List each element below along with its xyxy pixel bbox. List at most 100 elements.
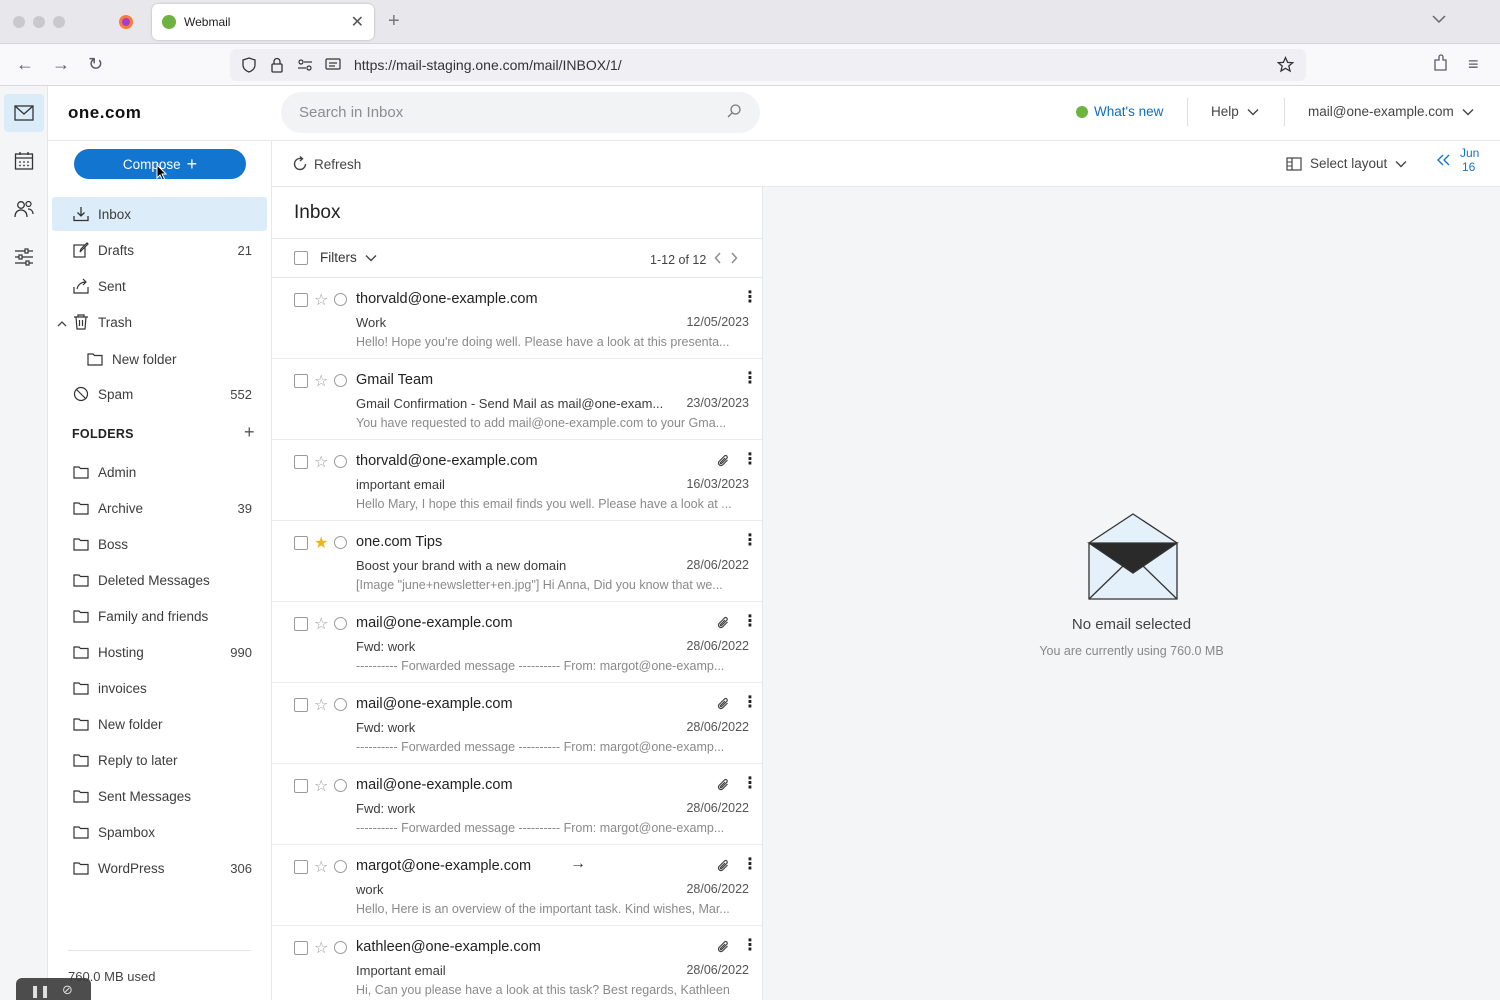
recording-controls[interactable]: ❚❚ ⊘ bbox=[16, 978, 91, 1000]
whats-new-link[interactable]: What's new bbox=[1076, 104, 1163, 119]
shield-icon[interactable] bbox=[240, 56, 258, 74]
mail-row[interactable]: ☆ mail@one-example.com ⋮ Fwd: work 28/06/202… bbox=[272, 683, 762, 764]
mail-select-checkbox[interactable] bbox=[294, 941, 308, 955]
sidebar-folder-item[interactable]: Sent Messages bbox=[52, 779, 267, 813]
sidebar-folder-item[interactable]: Boss bbox=[52, 527, 267, 561]
window-zoom-button[interactable] bbox=[53, 16, 65, 28]
search-icon[interactable] bbox=[726, 103, 742, 122]
star-icon[interactable]: ☆ bbox=[314, 857, 328, 877]
more-options-icon[interactable]: ⋮ bbox=[742, 857, 758, 873]
next-page-chevron-icon[interactable] bbox=[730, 252, 738, 267]
sidebar-folder-item[interactable]: New folder bbox=[52, 707, 267, 741]
mail-row[interactable]: ☆ mail@one-example.com ⋮ Fwd: work 28/06/202… bbox=[272, 602, 762, 683]
more-options-icon[interactable]: ⋮ bbox=[742, 938, 758, 954]
mail-select-checkbox[interactable] bbox=[294, 860, 308, 874]
mark-unread-circle-icon[interactable] bbox=[334, 779, 347, 792]
more-options-icon[interactable]: ⋮ bbox=[742, 533, 758, 549]
mail-select-checkbox[interactable] bbox=[294, 293, 308, 307]
mark-unread-circle-icon[interactable] bbox=[334, 698, 347, 711]
select-layout-button[interactable]: Select layout bbox=[1286, 156, 1407, 171]
mute-icon[interactable]: ⊘ bbox=[62, 982, 73, 998]
extensions-icon[interactable] bbox=[1432, 54, 1448, 77]
url-bar[interactable]: https://mail-staging.one.com/mail/INBOX/… bbox=[230, 49, 1306, 81]
mark-unread-circle-icon[interactable] bbox=[334, 293, 347, 306]
mail-select-checkbox[interactable] bbox=[294, 536, 308, 550]
permissions-icon[interactable] bbox=[296, 56, 314, 74]
mark-unread-circle-icon[interactable] bbox=[334, 455, 347, 468]
back-arrow-icon[interactable]: ← bbox=[16, 54, 34, 75]
sidebar-item-trash-new-folder[interactable]: New folder bbox=[52, 342, 267, 376]
contacts-app-button[interactable] bbox=[4, 190, 44, 228]
mark-unread-circle-icon[interactable] bbox=[334, 860, 347, 873]
star-icon[interactable]: ☆ bbox=[314, 938, 328, 958]
calendar-sidepanel-toggle[interactable]: Jun 16 bbox=[1436, 146, 1479, 174]
mail-row[interactable]: ☆ Gmail Team ⋮ Gmail Confirmation - Send Ma… bbox=[272, 359, 762, 440]
tab-close-icon[interactable]: ✕ bbox=[351, 12, 364, 32]
select-all-checkbox[interactable] bbox=[294, 250, 308, 265]
mail-app-button[interactable] bbox=[4, 94, 44, 132]
add-folder-plus-icon[interactable]: + bbox=[244, 422, 255, 443]
search-bar[interactable] bbox=[281, 92, 760, 133]
mail-row[interactable]: ☆ mail@one-example.com ⋮ Fwd: work 28/06/202… bbox=[272, 764, 762, 845]
more-options-icon[interactable]: ⋮ bbox=[742, 776, 758, 792]
mail-row[interactable]: ☆ thorvald@one-example.com ⋮ Work 12/05/2023… bbox=[272, 278, 762, 359]
more-options-icon[interactable]: ⋮ bbox=[742, 290, 758, 306]
tab-webmail[interactable]: Webmail ✕ bbox=[152, 4, 374, 40]
reader-view-icon[interactable] bbox=[324, 56, 342, 74]
star-icon[interactable]: ☆ bbox=[314, 290, 328, 310]
pinned-tab[interactable] bbox=[108, 6, 144, 38]
calendar-app-button[interactable] bbox=[4, 142, 44, 180]
pause-icon[interactable]: ❚❚ bbox=[30, 984, 50, 998]
mail-select-checkbox[interactable] bbox=[294, 779, 308, 793]
filters-button[interactable]: Filters bbox=[320, 250, 377, 265]
sidebar-item-sent[interactable]: Sent bbox=[52, 269, 267, 303]
sidebar-folder-item[interactable]: Archive 39 bbox=[52, 491, 267, 525]
mail-select-checkbox[interactable] bbox=[294, 698, 308, 712]
mark-unread-circle-icon[interactable] bbox=[334, 536, 347, 549]
prev-page-chevron-icon[interactable] bbox=[714, 252, 722, 267]
brand-logo[interactable]: one.com bbox=[68, 103, 141, 123]
mark-unread-circle-icon[interactable] bbox=[334, 374, 347, 387]
mail-row[interactable]: ☆ thorvald@one-example.com ⋮ important emai… bbox=[272, 440, 762, 521]
tab-list-chevron-icon[interactable] bbox=[1432, 12, 1446, 27]
menu-hamburger-icon[interactable]: ≡ bbox=[1468, 54, 1479, 75]
settings-app-button[interactable] bbox=[4, 238, 44, 276]
bookmark-star-icon[interactable] bbox=[1276, 56, 1295, 76]
help-menu-button[interactable]: Help bbox=[1211, 104, 1259, 119]
sidebar-folder-item[interactable]: Reply to later bbox=[52, 743, 267, 777]
star-icon[interactable]: ☆ bbox=[314, 776, 328, 796]
lock-icon[interactable] bbox=[268, 56, 286, 74]
window-minimize-button[interactable] bbox=[33, 16, 45, 28]
sidebar-item-trash[interactable]: Trash bbox=[52, 305, 267, 339]
more-options-icon[interactable]: ⋮ bbox=[742, 452, 758, 468]
star-icon[interactable]: ★ bbox=[314, 533, 328, 553]
sidebar-folder-item[interactable]: Admin bbox=[52, 455, 267, 489]
mark-unread-circle-icon[interactable] bbox=[334, 617, 347, 630]
star-icon[interactable]: ☆ bbox=[314, 452, 328, 472]
refresh-button[interactable]: Refresh bbox=[292, 156, 361, 172]
more-options-icon[interactable]: ⋮ bbox=[742, 695, 758, 711]
mail-select-checkbox[interactable] bbox=[294, 455, 308, 469]
more-options-icon[interactable]: ⋮ bbox=[742, 614, 758, 630]
account-menu-button[interactable]: mail@one-example.com bbox=[1308, 104, 1474, 119]
new-tab-icon[interactable]: + bbox=[388, 10, 400, 33]
sidebar-item-drafts[interactable]: Drafts 21 bbox=[52, 233, 267, 267]
star-icon[interactable]: ☆ bbox=[314, 614, 328, 634]
mail-row[interactable]: ★ one.com Tips ⋮ Boost your brand with a ne… bbox=[272, 521, 762, 602]
sidebar-folder-item[interactable]: invoices bbox=[52, 671, 267, 705]
sidebar-folder-item[interactable]: Hosting 990 bbox=[52, 635, 267, 669]
reload-icon[interactable]: ↻ bbox=[88, 54, 103, 75]
more-options-icon[interactable]: ⋮ bbox=[742, 371, 758, 387]
forward-arrow-icon[interactable]: → bbox=[52, 54, 70, 75]
mail-select-checkbox[interactable] bbox=[294, 617, 308, 631]
sidebar-folder-item[interactable]: Family and friends bbox=[52, 599, 267, 633]
window-close-button[interactable] bbox=[13, 16, 25, 28]
search-input[interactable] bbox=[299, 104, 726, 121]
mark-unread-circle-icon[interactable] bbox=[334, 941, 347, 954]
sidebar-folder-item[interactable]: Deleted Messages bbox=[52, 563, 267, 597]
sidebar-item-inbox[interactable]: Inbox bbox=[52, 197, 267, 231]
sidebar-folder-item[interactable]: Spambox bbox=[52, 815, 267, 849]
sidebar-folder-item[interactable]: WordPress 306 bbox=[52, 851, 267, 885]
mail-row[interactable]: ☆ kathleen@one-example.com ⋮ Important emai… bbox=[272, 926, 762, 1000]
star-icon[interactable]: ☆ bbox=[314, 371, 328, 391]
